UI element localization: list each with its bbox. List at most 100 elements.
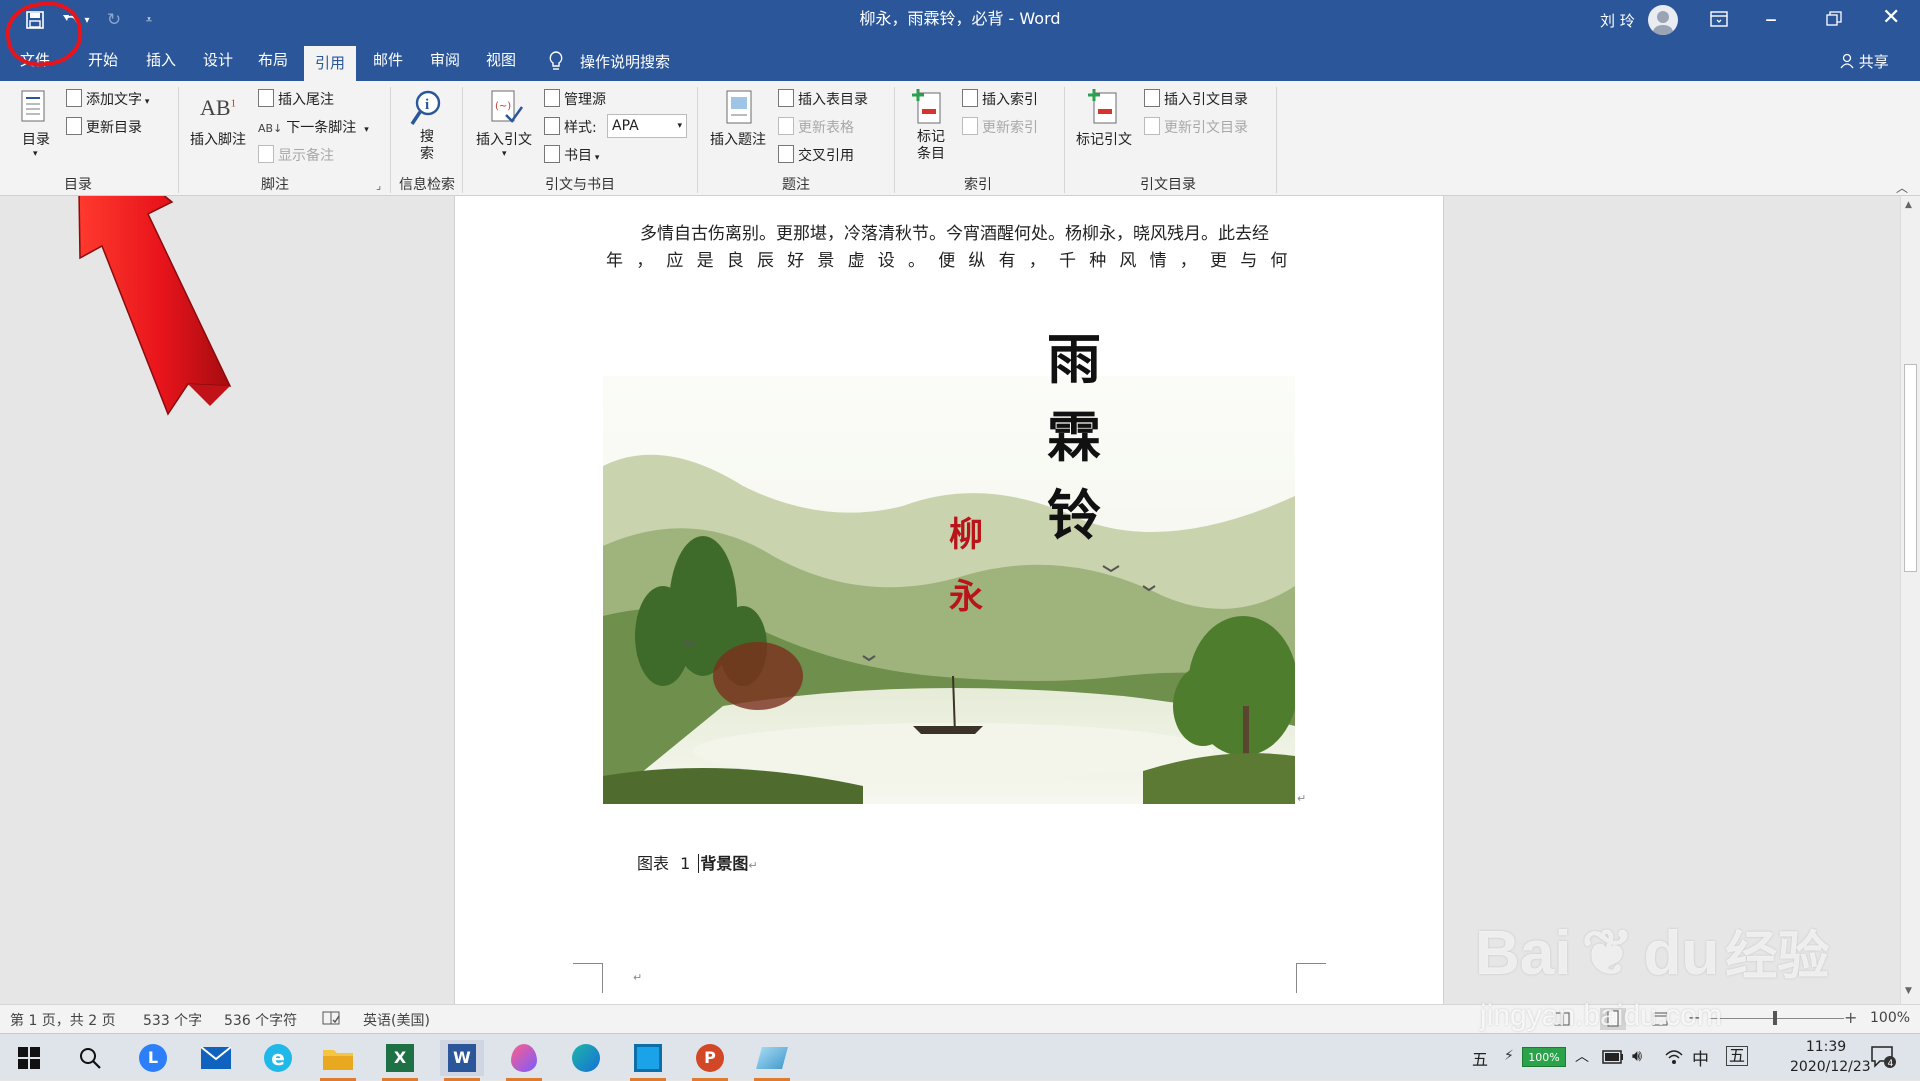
zoom-in-icon[interactable]: + [1844, 1008, 1857, 1027]
file-explorer-icon[interactable] [316, 1040, 360, 1081]
collapse-ribbon-icon[interactable]: ︿ [1896, 179, 1908, 196]
ime-language[interactable]: 中 [1692, 1045, 1709, 1070]
next-footnote-button[interactable]: AB↓ 下一条脚注 ▾ [258, 117, 369, 137]
svg-text:4: 4 [1888, 1059, 1894, 1069]
mark-entry-icon[interactable] [910, 87, 946, 131]
citation-style-select[interactable]: APA ▾ [607, 114, 687, 138]
screenshot-app-icon[interactable] [626, 1040, 670, 1081]
battery-percent[interactable]: 100% [1522, 1047, 1566, 1067]
tab-references[interactable]: 引用 [304, 46, 356, 81]
mark-entry-button[interactable]: 标记条目 [916, 129, 946, 163]
paint-app-icon[interactable] [502, 1040, 546, 1081]
separator [1064, 87, 1065, 193]
mail-app-icon[interactable] [194, 1040, 238, 1076]
mark-citation-button[interactable]: 标记引文 [1076, 129, 1132, 149]
insert-caption-button[interactable]: 插入题注 [710, 129, 766, 149]
insert-citation-dropdown-icon[interactable]: ▾ [502, 149, 507, 159]
citation-style-value: APA [612, 118, 639, 134]
tab-design[interactable]: 设计 [193, 40, 243, 81]
document-page[interactable]: 多情自古伤离别。更那堪，冷落清秋节。今宵酒醒何处。杨柳永，晓风残月。此去经 年，… [454, 196, 1444, 1004]
bibliography-button[interactable]: 书目 ▾ [544, 145, 599, 165]
tab-mailings[interactable]: 邮件 [363, 40, 413, 81]
paragraph-line-1[interactable]: 多情自古伤离别。更那堪，冷落清秋节。今宵酒醒何处。杨柳永，晓风残月。此去经 [606, 221, 1296, 248]
edge-browser-icon[interactable] [564, 1040, 608, 1076]
toc-button[interactable]: 目录 [22, 129, 50, 149]
clock[interactable]: 11:39 2020/12/23 [1790, 1037, 1871, 1077]
snipping-tool-icon[interactable] [750, 1040, 794, 1081]
tab-review[interactable]: 审阅 [420, 40, 470, 81]
ime-mode-icon[interactable]: 五 [1472, 1046, 1488, 1070]
share-button[interactable]: 共享 [1840, 51, 1889, 72]
restore-icon[interactable] [1826, 11, 1842, 31]
margin-corner [1296, 963, 1326, 993]
scroll-down-icon[interactable]: ▼ [1905, 986, 1912, 996]
lark-app-icon[interactable]: L [131, 1040, 175, 1076]
insert-table-of-figures-button[interactable]: 插入表目录 [778, 89, 868, 109]
scroll-up-icon[interactable]: ▲ [1905, 200, 1912, 210]
insert-caption-icon[interactable] [724, 89, 754, 133]
undo-dropdown-icon[interactable]: ▾ [80, 8, 94, 32]
lightbulb-icon[interactable] [548, 51, 564, 75]
tab-view[interactable]: 视图 [476, 40, 526, 81]
insert-index-button[interactable]: 插入索引 [962, 89, 1038, 109]
figure-caption[interactable]: 图表 1 背景图↵ [637, 850, 758, 874]
ie-browser-icon[interactable]: e [256, 1040, 300, 1076]
search-button[interactable]: 搜索 [420, 129, 434, 163]
update-toc-button[interactable]: 更新目录 [66, 117, 142, 137]
add-text-icon [66, 89, 82, 107]
manage-sources-button[interactable]: 管理源 [544, 89, 606, 109]
tab-layout[interactable]: 布局 [248, 40, 298, 81]
ime-wubi-icon[interactable]: 五 [1726, 1046, 1749, 1066]
separator [894, 87, 895, 193]
close-icon[interactable]: ✕ [1882, 5, 1900, 30]
cross-reference-button[interactable]: 交叉引用 [778, 145, 854, 165]
margin-corner [573, 963, 603, 993]
excel-icon[interactable]: X [378, 1040, 422, 1081]
notification-icon[interactable]: 4 [1870, 1045, 1896, 1073]
wifi-icon[interactable] [1664, 1047, 1684, 1069]
group-toa-label: 引文目录 [1140, 177, 1196, 193]
zoom-thumb[interactable] [1773, 1011, 1777, 1025]
user-name[interactable]: 刘 玲 [1600, 10, 1635, 31]
toc-dropdown-icon[interactable]: ▾ [33, 149, 38, 159]
minimize-icon[interactable]: – [1765, 4, 1777, 34]
update-toc-icon [66, 117, 82, 135]
tell-me-search[interactable]: 操作说明搜索 [580, 51, 670, 72]
powerpoint-icon[interactable]: P [688, 1040, 732, 1081]
scroll-thumb[interactable] [1904, 364, 1917, 572]
battery-icon[interactable] [1602, 1049, 1624, 1068]
tab-insert[interactable]: 插入 [136, 40, 186, 81]
footnote-dialog-launcher-icon[interactable]: ⌟ [376, 179, 381, 192]
avatar[interactable] [1648, 5, 1678, 35]
search-icon[interactable]: i [408, 89, 444, 133]
cross-reference-label: 交叉引用 [798, 148, 854, 164]
tab-home[interactable]: 开始 [78, 40, 128, 81]
insert-footnote-icon[interactable]: AB1 [200, 95, 236, 121]
word-count[interactable]: 533 个字 [143, 1010, 202, 1030]
paragraph-line-2[interactable]: 年，应是良辰好景虚设。便纵有，千种风情，更与何人说。 [606, 248, 1296, 275]
windows-start-icon[interactable] [18, 1047, 40, 1073]
separator [1276, 87, 1277, 193]
word-icon[interactable]: W [440, 1040, 484, 1081]
insert-endnote-button[interactable]: 插入尾注 [258, 89, 334, 109]
ribbon-display-options-icon[interactable] [1710, 11, 1728, 31]
mark-citation-icon[interactable] [1084, 87, 1124, 131]
zoom-level[interactable]: 100% [1870, 1010, 1910, 1026]
proofing-icon[interactable] [322, 1011, 340, 1029]
landscape-image[interactable]: 雨 霖 铃 柳 永 [603, 327, 1298, 804]
insert-citation-button[interactable]: 插入引文 [476, 129, 532, 149]
add-text-button[interactable]: 添加文字 ▾ [66, 89, 149, 109]
toc-icon[interactable] [18, 89, 54, 129]
insert-footnote-button[interactable]: 插入脚注 [190, 129, 246, 149]
insert-toa-button[interactable]: 插入引文目录 [1144, 89, 1248, 109]
paragraph-mark: ↵ [1297, 792, 1307, 805]
char-count[interactable]: 536 个字符 [224, 1010, 297, 1030]
customize-qat-icon[interactable]: ⩡ [136, 8, 162, 32]
search-taskbar-icon[interactable] [78, 1046, 102, 1074]
volume-icon[interactable]: 🔊︎ [1632, 1046, 1642, 1066]
vertical-scrollbar[interactable]: ▲ ▼ [1900, 196, 1920, 1004]
insert-citation-icon[interactable]: (~) [488, 89, 524, 133]
page-count[interactable]: 第 1 页，共 2 页 [10, 1010, 116, 1030]
language[interactable]: 英语(美国) [363, 1010, 430, 1030]
chevron-up-icon[interactable]: ︿ [1575, 1046, 1589, 1066]
